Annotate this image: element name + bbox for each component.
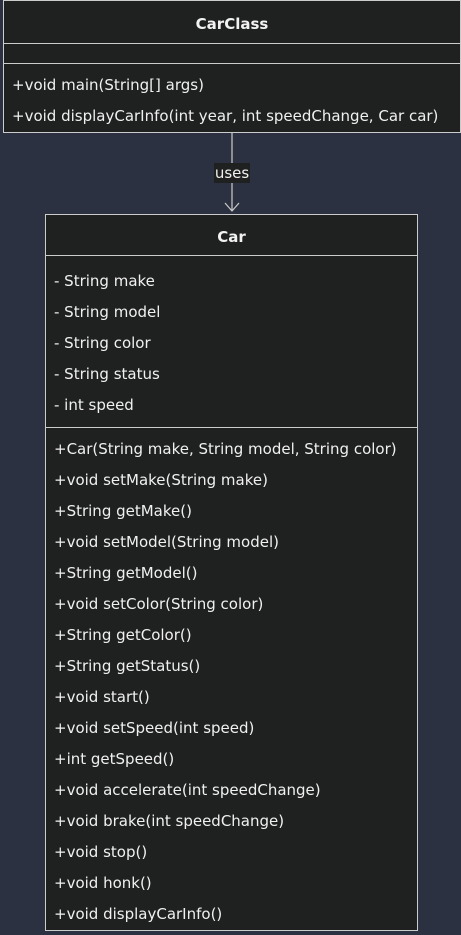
method-row: +void setColor(String color) bbox=[54, 595, 264, 613]
methods-section: +Car(String make, String model, String c… bbox=[46, 428, 417, 930]
method-row: +int getSpeed() bbox=[54, 750, 175, 768]
class-title: Car bbox=[46, 215, 417, 256]
method-row: +void setMake(String make) bbox=[54, 471, 268, 489]
method-row: +String getMake() bbox=[54, 502, 192, 520]
method-row: +void honk() bbox=[54, 874, 152, 892]
method-row: +void brake(int speedChange) bbox=[54, 812, 285, 830]
method-row: +String getStatus() bbox=[54, 657, 201, 675]
arrow-head-icon bbox=[224, 202, 240, 212]
method-row: +String getColor() bbox=[54, 626, 192, 644]
method-row: +void setModel(String model) bbox=[54, 533, 279, 551]
class-carclass[interactable]: CarClass +void main(String[] args) +void… bbox=[3, 0, 461, 133]
method-row: +void main(String[] args) bbox=[12, 76, 204, 94]
attribute-row: - String status bbox=[54, 365, 160, 383]
method-row: +void accelerate(int speedChange) bbox=[54, 781, 321, 799]
method-row: +Car(String make, String model, String c… bbox=[54, 440, 397, 458]
attribute-row: - String model bbox=[54, 303, 161, 321]
attribute-row: - String color bbox=[54, 334, 151, 352]
class-title: CarClass bbox=[4, 1, 460, 44]
method-row: +void setSpeed(int speed) bbox=[54, 719, 255, 737]
methods-section: +void main(String[] args) +void displayC… bbox=[4, 64, 460, 132]
relationship-label: uses bbox=[214, 163, 250, 183]
attribute-row: - String make bbox=[54, 272, 155, 290]
method-row: +void displayCarInfo() bbox=[54, 905, 223, 923]
method-row: +void stop() bbox=[54, 843, 148, 861]
method-row: +void start() bbox=[54, 688, 150, 706]
class-car[interactable]: Car - String make - String model - Strin… bbox=[45, 214, 418, 931]
method-row: +void displayCarInfo(int year, int speed… bbox=[12, 107, 439, 125]
attributes-section: - String make - String model - String co… bbox=[46, 256, 417, 428]
attributes-section bbox=[4, 44, 460, 64]
attribute-row: - int speed bbox=[54, 396, 134, 414]
method-row: +String getModel() bbox=[54, 564, 198, 582]
